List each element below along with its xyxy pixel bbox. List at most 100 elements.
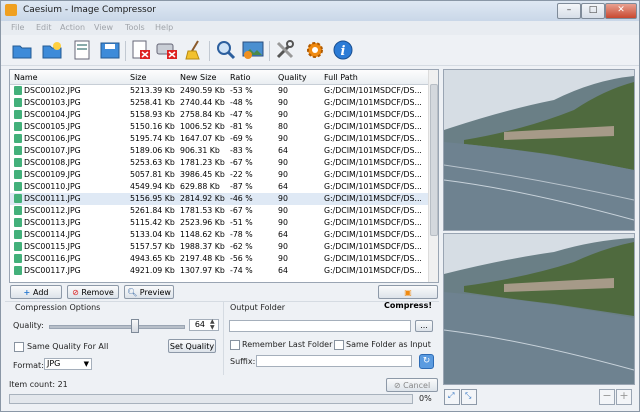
compress-button[interactable]: ▣ Compress!	[378, 285, 438, 310]
cell-quality: 90	[278, 218, 288, 227]
new-folder-icon[interactable]	[41, 39, 63, 61]
cell-quality: 90	[278, 170, 288, 179]
cancel-icon: ⊘	[393, 381, 404, 390]
clear-list-icon[interactable]	[156, 39, 178, 61]
cell-name: DSC00103.JPG	[24, 98, 81, 107]
scrollbar-thumb[interactable]	[430, 84, 438, 236]
same-folder-checkbox[interactable]	[334, 340, 344, 350]
table-row[interactable]: DSC00102.JPG 5213.39 Kb 2490.59 Kb -53 % 90 G…	[10, 85, 428, 97]
settings-gear-icon[interactable]	[304, 39, 326, 61]
remember-folder-checkbox[interactable]	[230, 340, 240, 350]
close-button[interactable]: ✕	[605, 3, 637, 19]
remove-item-icon[interactable]	[130, 39, 152, 61]
table-row[interactable]: DSC00104.JPG 5158.93 Kb 2758.84 Kb -47 % 90 G…	[10, 109, 428, 121]
minimize-button[interactable]: –	[557, 3, 581, 19]
cell-new-size: 1781.53 Kb	[180, 206, 225, 215]
add-button[interactable]: + Add	[10, 285, 62, 299]
table-row[interactable]: DSC00115.JPG 5157.57 Kb 1988.37 Kb -62 % 90 G…	[10, 241, 428, 253]
table-row[interactable]: DSC00110.JPG 4549.94 Kb 629.88 Kb -87 % 64 G:…	[10, 181, 428, 193]
cell-new-size: 1307.97 Kb	[180, 266, 225, 275]
output-folder-title: Output Folder	[230, 303, 286, 312]
save-icon[interactable]	[99, 39, 121, 61]
info-icon[interactable]: i	[332, 39, 354, 61]
quality-slider[interactable]	[49, 319, 185, 333]
same-quality-checkbox[interactable]	[14, 342, 24, 352]
cell-full-path: G:/DCIM/101MSDCF/DS...	[324, 122, 422, 131]
table-row[interactable]: DSC00111.JPG 5156.95 Kb 2814.92 Kb -46 % 90 G…	[10, 193, 428, 205]
table-row[interactable]: DSC00105.JPG 5150.16 Kb 1006.52 Kb -81 % 80 G…	[10, 121, 428, 133]
column-name[interactable]: Name	[14, 73, 38, 82]
cancel-label: Cancel	[403, 381, 431, 390]
menu-help[interactable]: Help	[155, 23, 173, 32]
cell-name: DSC00105.JPG	[24, 122, 81, 131]
cell-size: 5158.93 Kb	[130, 110, 175, 119]
table-row[interactable]: DSC00112.JPG 5261.84 Kb 1781.53 Kb -67 % 90 G…	[10, 205, 428, 217]
output-folder-input[interactable]	[229, 320, 411, 332]
actual-size-icon[interactable]: ⤡	[461, 389, 477, 405]
set-quality-button[interactable]: Set Quality	[168, 339, 216, 353]
broom-icon[interactable]	[183, 39, 205, 61]
open-folder-icon[interactable]	[11, 39, 33, 61]
table-row[interactable]: DSC00103.JPG 5258.41 Kb 2740.44 Kb -48 % 90 G…	[10, 97, 428, 109]
cell-new-size: 1148.62 Kb	[180, 230, 225, 239]
cell-ratio: -69 %	[230, 134, 253, 143]
table-row[interactable]: DSC00117.JPG 4921.09 Kb 1307.97 Kb -74 % 64 G…	[10, 265, 428, 277]
refresh-icon[interactable]: ↻	[419, 354, 434, 369]
window-title: Caesium - Image Compressor	[23, 5, 156, 15]
zoom-in-icon[interactable]: +	[616, 389, 632, 405]
cell-full-path: G:/DCIM/101MSDCF/DS...	[324, 98, 422, 107]
document-icon[interactable]	[71, 39, 93, 61]
cell-name: DSC00104.JPG	[24, 110, 81, 119]
cell-new-size: 1647.07 Kb	[180, 134, 225, 143]
cell-name: DSC00102.JPG	[24, 86, 81, 95]
column-quality[interactable]: Quality	[278, 73, 307, 82]
file-list[interactable]: Name Size New Size Ratio Quality Full Pa…	[9, 69, 439, 283]
cell-name: DSC00112.JPG	[24, 206, 81, 215]
tools-icon[interactable]	[274, 39, 296, 61]
table-row[interactable]: DSC00114.JPG 5133.04 Kb 1148.62 Kb -78 % 64 G…	[10, 229, 428, 241]
spin-arrows-icon[interactable]: ▲ ▼	[210, 319, 215, 331]
menu-file[interactable]: File	[11, 23, 24, 32]
cell-ratio: -56 %	[230, 254, 253, 263]
cell-ratio: -67 %	[230, 206, 253, 215]
menu-tools[interactable]: Tools	[125, 23, 145, 32]
menu-view[interactable]: View	[94, 23, 113, 32]
cell-ratio: -53 %	[230, 86, 253, 95]
cancel-button[interactable]: ⊘ Cancel	[386, 378, 438, 392]
search-icon[interactable]	[215, 39, 237, 61]
column-size[interactable]: Size	[130, 73, 146, 82]
cell-quality: 90	[278, 242, 288, 251]
cell-size: 5195.74 Kb	[130, 134, 175, 143]
remove-button[interactable]: ⊘ Remove	[67, 285, 119, 299]
column-new-size[interactable]: New Size	[180, 73, 216, 82]
table-row[interactable]: DSC00108.JPG 5253.63 Kb 1781.23 Kb -67 % 90 G…	[10, 157, 428, 169]
format-select[interactable]: JPG ▼	[44, 358, 92, 370]
preview-button[interactable]: 🔍︎ Preview	[124, 285, 174, 299]
menu-action[interactable]: Action	[60, 23, 85, 32]
table-row[interactable]: DSC00116.JPG 4943.65 Kb 2197.48 Kb -56 % 90 G…	[10, 253, 428, 265]
compression-options-title: Compression Options	[15, 303, 101, 312]
table-row[interactable]: DSC00113.JPG 5115.42 Kb 2523.96 Kb -51 % 90 G…	[10, 217, 428, 229]
maximize-button[interactable]: □	[581, 3, 605, 19]
column-full-path[interactable]: Full Path	[324, 73, 358, 82]
table-row[interactable]: DSC00106.JPG 5195.74 Kb 1647.07 Kb -69 % 90 G…	[10, 133, 428, 145]
cell-ratio: -81 %	[230, 122, 253, 131]
cell-quality: 90	[278, 98, 288, 107]
cell-ratio: -74 %	[230, 266, 253, 275]
suffix-input[interactable]	[256, 355, 412, 367]
cell-full-path: G:/DCIM/101MSDCF/DS...	[324, 194, 422, 203]
list-scrollbar[interactable]	[428, 70, 438, 282]
cell-ratio: -83 %	[230, 146, 253, 155]
same-folder-label: Same Folder as Input	[346, 340, 431, 349]
browse-button[interactable]: ...	[415, 320, 433, 332]
cell-size: 5115.42 Kb	[130, 218, 175, 227]
column-ratio[interactable]: Ratio	[230, 73, 251, 82]
image-preview-icon[interactable]	[242, 39, 264, 61]
fit-view-icon[interactable]: ⤢	[444, 389, 460, 405]
slider-thumb[interactable]	[131, 319, 139, 333]
cell-full-path: G:/DCIM/101MSDCF/DS...	[324, 230, 422, 239]
menu-edit[interactable]: Edit	[36, 23, 52, 32]
zoom-out-icon[interactable]: −	[599, 389, 615, 405]
table-row[interactable]: DSC00107.JPG 5189.06 Kb 906.31 Kb -83 % 64 G:…	[10, 145, 428, 157]
table-row[interactable]: DSC00109.JPG 5057.81 Kb 3986.45 Kb -22 % 90 G…	[10, 169, 428, 181]
